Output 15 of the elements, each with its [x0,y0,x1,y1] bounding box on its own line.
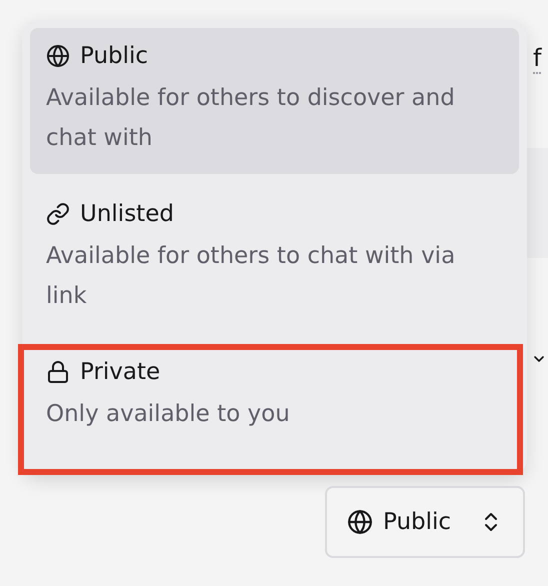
option-description: Available for others to chat with via link [46,242,456,311]
globe-icon [46,44,70,68]
globe-icon [347,509,373,535]
option-title: Public [80,42,148,70]
option-description: Only available to you [46,400,291,429]
menu-option[interactable]: Unlisted Available for others to chat with via link [30,186,519,332]
menu-option[interactable]: Private Only available to you [18,344,523,475]
option-description: Available for others to discover and chat with [46,84,456,153]
link-text[interactable]: f [533,44,542,74]
lock-icon [46,360,70,384]
menu-option[interactable]: Public Available for others to discover and chat with [30,28,519,174]
link-icon [46,202,70,226]
visibility-select[interactable]: Public [325,486,525,558]
option-title: Private [80,358,160,386]
option-title: Unlisted [80,200,174,228]
